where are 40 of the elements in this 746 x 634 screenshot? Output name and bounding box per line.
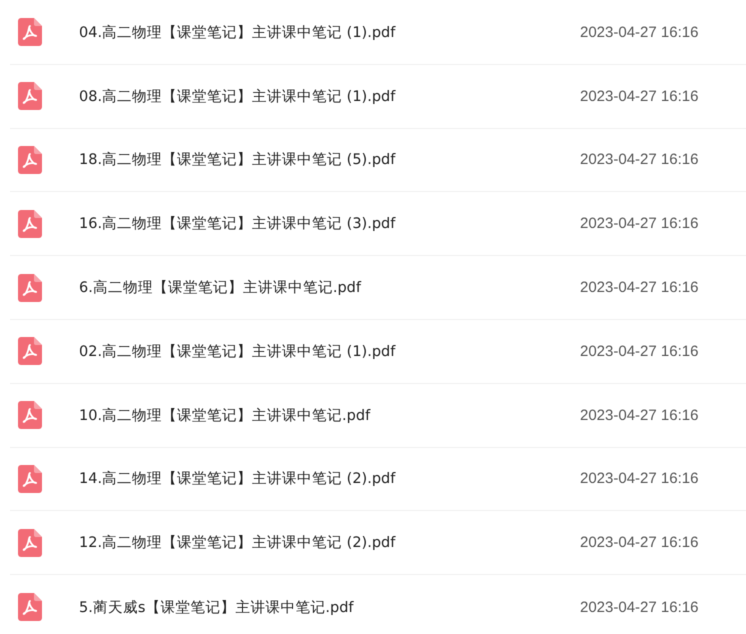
file-name: 18.高二物理【课堂笔记】主讲课中笔记 (5).pdf [79, 150, 397, 170]
file-name: 6.高二物理【课堂笔记】主讲课中笔记.pdf [79, 278, 362, 298]
modified-date: 2023-04-27 16:16 [580, 406, 700, 424]
pdf-file-icon [18, 18, 42, 46]
file-row[interactable]: 02.高二物理【课堂笔记】主讲课中笔记 (1).pdf 2023-04-27 16:16 [10, 320, 746, 384]
file-row[interactable]: 04.高二物理【课堂笔记】主讲课中笔记 (1).pdf 2023-04-27 16:16 [10, 1, 746, 65]
pdf-file-icon [18, 593, 42, 622]
modified-date: 2023-04-27 16:16 [580, 598, 700, 616]
file-name: 02.高二物理【课堂笔记】主讲课中笔记 (1).pdf [79, 342, 397, 361]
file-row[interactable]: 14.高二物理【课堂笔记】主讲课中笔记 (2).pdf 2023-04-27 16:16 [10, 448, 746, 512]
file-row[interactable]: 08.高二物理【课堂笔记】主讲课中笔记 (1).pdf 2023-04-27 16:16 [10, 64, 746, 129]
modified-date: 2023-04-27 16:16 [580, 279, 700, 296]
pdf-file-icon [18, 337, 42, 366]
file-row[interactable]: 16.高二物理【课堂笔记】主讲课中笔记 (3).pdf 2023-04-27 16:16 [10, 192, 746, 256]
file-name: 16.高二物理【课堂笔记】主讲课中笔记 (3).pdf [79, 214, 397, 234]
modified-date: 2023-04-27 16:16 [580, 151, 700, 168]
file-row[interactable]: 6.高二物理【课堂笔记】主讲课中笔记.pdf 2023-04-27 16:16 [10, 256, 746, 320]
modified-date: 2023-04-27 16:16 [580, 534, 700, 552]
pdf-file-icon [18, 401, 42, 430]
modified-date: 2023-04-27 16:16 [580, 88, 700, 105]
file-name: 08.高二物理【课堂笔记】主讲课中笔记 (1).pdf [79, 88, 397, 106]
file-name: 14.高二物理【课堂笔记】主讲课中笔记 (2).pdf [79, 470, 397, 488]
pdf-file-icon [18, 146, 42, 174]
file-row[interactable]: 10.高二物理【课堂笔记】主讲课中笔记.pdf 2023-04-27 16:16 [10, 384, 746, 448]
pdf-file-icon [18, 528, 42, 557]
file-row[interactable]: 12.高二物理【课堂笔记】主讲课中笔记 (2).pdf 2023-04-27 16:16 [10, 511, 746, 576]
file-name: 12.高二物理【课堂笔记】主讲课中笔记 (2).pdf [79, 534, 397, 552]
pdf-file-icon [18, 210, 42, 238]
modified-date: 2023-04-27 16:16 [580, 470, 700, 488]
pdf-file-icon [18, 274, 42, 302]
modified-date: 2023-04-27 16:16 [580, 215, 700, 232]
modified-date: 2023-04-27 16:16 [580, 24, 700, 41]
file-name: 04.高二物理【课堂笔记】主讲课中笔记 (1).pdf [79, 24, 397, 42]
pdf-file-icon [18, 464, 42, 493]
file-row[interactable]: 5.蔺天威s【课堂笔记】主讲课中笔记.pdf 2023-04-27 16:16 [10, 575, 746, 634]
file-name: 5.蔺天威s【课堂笔记】主讲课中笔记.pdf [79, 598, 355, 617]
pdf-file-icon [18, 82, 42, 110]
modified-date: 2023-04-27 16:16 [580, 342, 700, 360]
file-name: 10.高二物理【课堂笔记】主讲课中笔记.pdf [79, 406, 372, 425]
file-row[interactable]: 18.高二物理【课堂笔记】主讲课中笔记 (5).pdf 2023-04-27 16:16 [10, 128, 746, 192]
